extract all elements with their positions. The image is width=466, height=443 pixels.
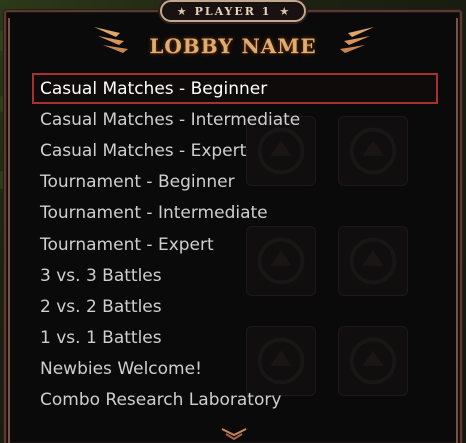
lobby-list: Casual Matches - Beginner Casual Matches… bbox=[32, 73, 438, 416]
lobby-item[interactable]: Tournament - Intermediate bbox=[32, 198, 438, 229]
lobby-item[interactable]: Newbies Welcome! bbox=[32, 354, 438, 385]
lobby-item[interactable]: Tournament - Beginner bbox=[32, 167, 438, 198]
player-label: PLAYER 1 bbox=[194, 4, 272, 18]
scroll-down-icon[interactable] bbox=[220, 427, 248, 441]
lobby-item[interactable]: 3 vs. 3 Battles bbox=[32, 260, 438, 291]
player-tab: ★ PLAYER 1 ★ bbox=[160, 0, 306, 22]
lobby-item[interactable]: Combo Research Laboratory bbox=[32, 385, 438, 416]
lobby-item[interactable]: Tournament - Expert bbox=[32, 229, 438, 260]
page-title: LOBBY NAME bbox=[149, 34, 317, 58]
star-icon: ★ bbox=[279, 4, 290, 18]
lobby-item[interactable]: 2 vs. 2 Battles bbox=[32, 291, 438, 322]
star-icon: ★ bbox=[176, 4, 187, 18]
lobby-item[interactable]: Casual Matches - Beginner bbox=[32, 73, 438, 105]
lobby-item[interactable]: Casual Matches - Intermediate bbox=[32, 104, 438, 135]
lobby-item[interactable]: 1 vs. 1 Battles bbox=[32, 323, 438, 354]
lobby-item[interactable]: Casual Matches - Expert bbox=[32, 135, 438, 166]
